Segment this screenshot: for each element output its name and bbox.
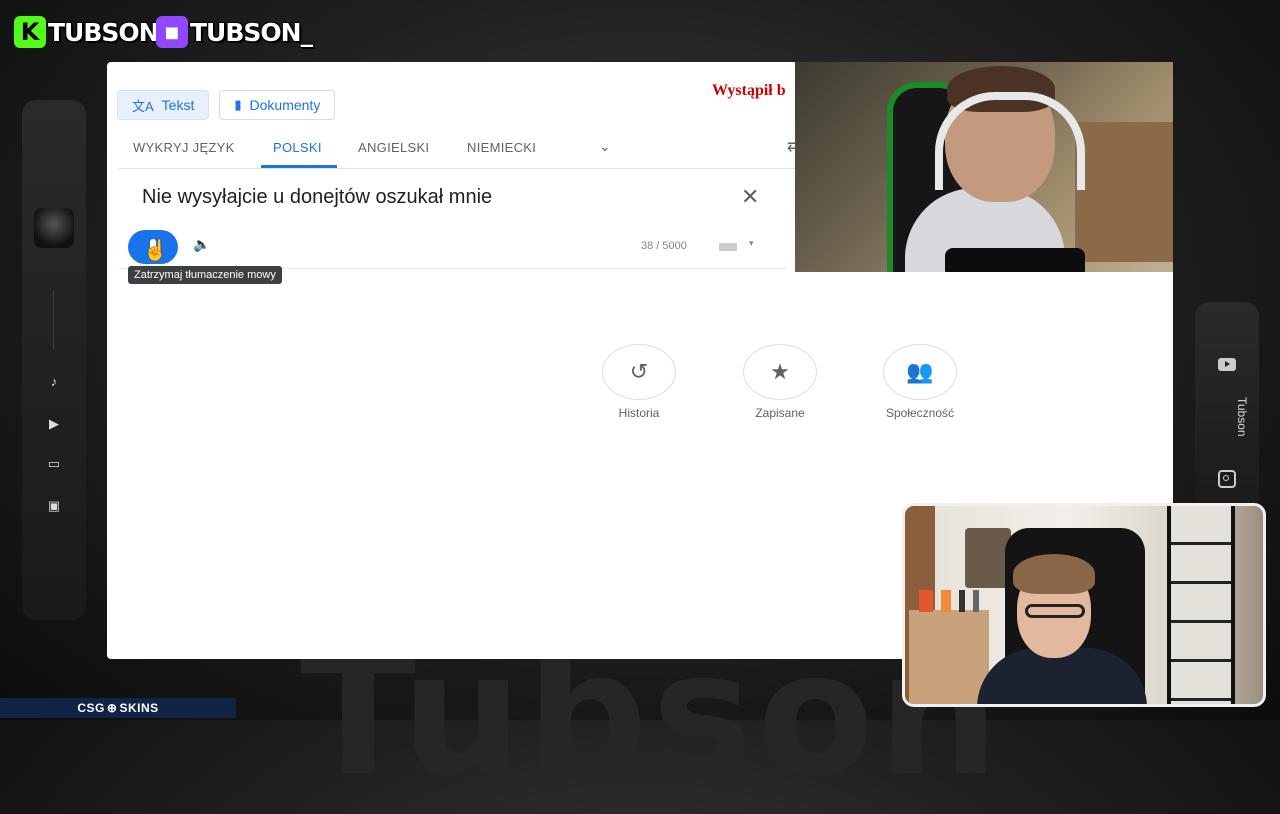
play-icon: ▶ bbox=[49, 416, 59, 431]
source-language-bar: WYKRYJ JĘZYK POLSKI ANGIELSKI NIEMIECKI … bbox=[119, 130, 800, 169]
quick-action-history[interactable]: ↺ Historia bbox=[599, 344, 679, 420]
quick-action-label: Społeczność bbox=[885, 406, 955, 420]
close-icon[interactable]: ✕ bbox=[741, 184, 759, 210]
tab-documents[interactable]: ▮ Dokumenty bbox=[219, 90, 336, 120]
tab-text[interactable]: 文A Tekst bbox=[117, 90, 210, 120]
char-counter: 38 / 5000 bbox=[641, 240, 687, 252]
cabinet bbox=[909, 610, 989, 704]
document-icon: ▮ bbox=[234, 97, 242, 112]
twitch-handle: ◼ TUBSON_ bbox=[156, 14, 313, 50]
translate-icon: 文A bbox=[132, 98, 154, 114]
kick-logo-icon: K bbox=[14, 16, 46, 48]
error-message: Wystąpił b bbox=[712, 82, 786, 99]
clapperboard-icon: ▭ bbox=[47, 456, 61, 471]
hand-cursor-icon: ☝ bbox=[143, 240, 168, 262]
lang-german[interactable]: NIEMIECKI bbox=[467, 140, 536, 155]
youtube-icon bbox=[1218, 358, 1236, 371]
tab-documents-label: Dokumenty bbox=[249, 97, 321, 113]
sponsor-logo-icon: ⊕ bbox=[106, 701, 118, 715]
source-text[interactable]: Nie wysyłajcie u donejtów oszukał mnie bbox=[142, 186, 492, 209]
quick-action-label: Zapisane bbox=[755, 406, 805, 420]
lang-detect[interactable]: WYKRYJ JĘZYK bbox=[133, 140, 235, 155]
source-input[interactable]: Nie wysyłajcie u donejtów oszukał mnie ✕ bbox=[119, 172, 787, 269]
shelf-rack bbox=[1167, 506, 1235, 704]
kick-handle: K TUBSON bbox=[14, 14, 160, 50]
twitch-handle-label: TUBSON_ bbox=[190, 17, 313, 47]
sponsor-suffix: SKINS bbox=[119, 701, 159, 715]
mode-tabs: 文A Tekst ▮ Dokumenty bbox=[117, 90, 336, 120]
community-icon[interactable]: 👥 bbox=[883, 344, 957, 400]
rail-divider bbox=[53, 290, 54, 350]
quick-action-community[interactable]: 👥 Społeczność bbox=[880, 344, 960, 420]
image-icon: ▣ bbox=[47, 498, 61, 513]
lang-english[interactable]: ANGIELSKI bbox=[358, 140, 429, 155]
streamer-webcam bbox=[795, 62, 1173, 272]
star-icon[interactable]: ★ bbox=[743, 344, 817, 400]
quick-action-saved[interactable]: ★ Zapisane bbox=[740, 344, 820, 420]
figurines bbox=[919, 590, 1003, 612]
speaker-icon[interactable]: 🔈 bbox=[193, 236, 210, 253]
music-icon: ♪ bbox=[50, 374, 58, 389]
sponsor-banner: CSG ⊕ SKINS bbox=[0, 698, 236, 718]
left-rail: ♪ ▶ ▭ ▣ bbox=[22, 100, 86, 620]
keyboard-icon[interactable] bbox=[719, 243, 737, 251]
webcam-background bbox=[1075, 122, 1173, 262]
history-icon[interactable]: ↺ bbox=[602, 344, 676, 400]
instagram-icon bbox=[1218, 470, 1236, 488]
right-rail: Tubson bbox=[1195, 302, 1259, 522]
quick-action-label: Historia bbox=[618, 406, 660, 420]
right-rail-label: Tubson bbox=[1235, 397, 1249, 437]
kick-handle-label: TUBSON bbox=[48, 17, 160, 47]
glasses bbox=[1025, 604, 1085, 618]
avatar bbox=[34, 208, 74, 248]
lang-polish[interactable]: POLSKI bbox=[273, 140, 322, 155]
headset bbox=[935, 92, 1085, 190]
caret-down-icon[interactable]: ▾ bbox=[749, 238, 754, 249]
chevron-down-icon[interactable]: ⌄ bbox=[599, 138, 611, 155]
mic-tooltip: Zatrzymaj tłumaczenie mowy bbox=[128, 266, 282, 284]
guest-webcam bbox=[902, 503, 1266, 707]
tab-text-label: Tekst bbox=[161, 97, 195, 113]
sponsor-name: CSG bbox=[77, 701, 105, 715]
twitch-logo-icon: ◼ bbox=[156, 16, 188, 48]
person-hair bbox=[1013, 554, 1095, 594]
desk-object bbox=[945, 248, 1085, 272]
active-language-indicator bbox=[261, 165, 337, 168]
